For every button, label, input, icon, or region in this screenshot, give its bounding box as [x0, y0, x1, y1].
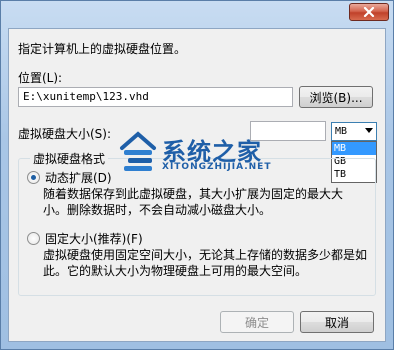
- dialog-heading: 指定计算机上的虚拟硬盘位置。: [18, 42, 187, 56]
- house-logo-icon: [120, 131, 156, 171]
- close-icon: [363, 7, 375, 17]
- browse-button[interactable]: 浏览(B)...: [299, 86, 373, 108]
- close-button[interactable]: [349, 3, 389, 21]
- size-label: 虚拟硬盘大小(S):: [18, 127, 112, 141]
- fixed-option-label[interactable]: 固定大小(推荐)(F): [45, 230, 143, 247]
- chevron-down-icon[interactable]: [365, 128, 373, 133]
- dynamic-description-line-2: 小。删除数据时，不会自动减小磁盘大小。: [43, 203, 272, 217]
- cancel-button[interactable]: 取消: [300, 311, 374, 333]
- unit-option-mb[interactable]: MB: [332, 142, 376, 155]
- unit-select-value: MB: [335, 126, 348, 137]
- format-group-title: 虚拟硬盘格式: [30, 150, 109, 167]
- fixed-radio[interactable]: [27, 232, 40, 245]
- dynamic-radio[interactable]: [27, 171, 40, 184]
- fixed-description-line-1: 虚拟硬盘使用固定空间大小，无论其上存储的数据多少都是如: [43, 248, 368, 262]
- location-input[interactable]: E:\xunitemp\123.vhd: [18, 87, 293, 107]
- dynamic-description-line-1: 随着数据保存到此虚拟硬盘，其大小扩展为固定的最大大: [43, 187, 344, 201]
- unit-select[interactable]: MB: [331, 122, 377, 141]
- title-bar[interactable]: [1, 1, 394, 29]
- site-watermark: 系统之家 XITONGZHIJIA.NET: [118, 128, 308, 176]
- fixed-description-line-2: 此。它的默认大小为物理硬盘上可用的最大空间。: [43, 264, 308, 278]
- location-label: 位置(L):: [18, 71, 63, 85]
- ok-button[interactable]: 确定: [220, 311, 294, 333]
- dynamic-option-label[interactable]: 动态扩展(D): [45, 169, 112, 186]
- watermark-subtitle: XITONGZHIJIA.NET: [162, 162, 272, 172]
